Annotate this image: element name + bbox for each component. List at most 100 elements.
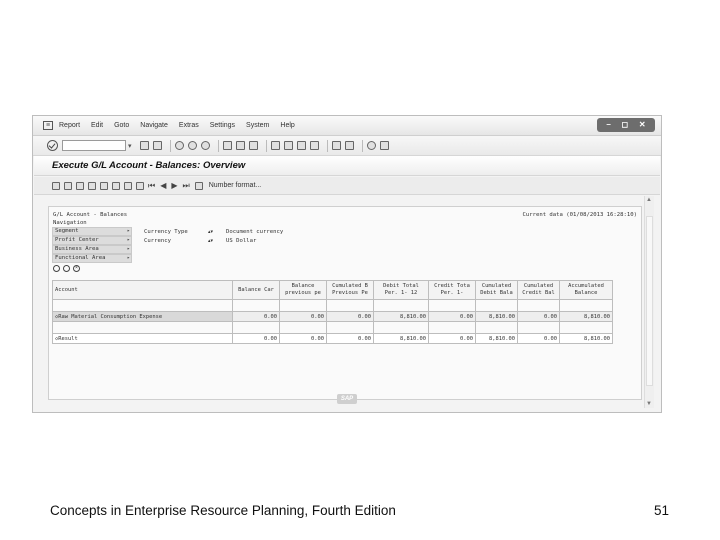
last-page-icon[interactable] [309, 141, 319, 150]
expand-icon[interactable]: ▸ [127, 228, 130, 235]
menu-help[interactable]: Help [280, 122, 294, 129]
menu-settings[interactable]: Settings [210, 122, 235, 129]
display-icon[interactable] [52, 181, 60, 190]
scroll-down-icon[interactable]: ▼ [646, 401, 652, 407]
table-cell: 0.00 [326, 311, 374, 322]
shortcut-icon[interactable] [344, 141, 354, 150]
new-session-icon[interactable] [331, 141, 341, 150]
menu-report[interactable]: Report [59, 122, 80, 129]
menu-extras[interactable]: Extras [179, 122, 199, 129]
spacer-cell [52, 299, 233, 312]
find-next-icon[interactable] [248, 141, 258, 150]
previous-column-icon[interactable]: ◀ [160, 181, 166, 190]
scroll-thumb[interactable] [646, 216, 653, 386]
find-icon[interactable] [235, 141, 245, 150]
nav-item-profit-center[interactable]: Profit Center ▸ [52, 236, 132, 245]
column-header[interactable]: Cumulated Credit Bal [517, 280, 560, 300]
table-header-row: Account Balance Car Balance previous pe C… [52, 280, 613, 300]
totals-icon[interactable] [100, 181, 108, 190]
column-width-icon[interactable] [194, 181, 203, 190]
number-format-button[interactable]: Number format... [209, 182, 262, 189]
table-cell: 8,810.00 [475, 311, 518, 322]
minimize-button[interactable]: – [606, 121, 610, 129]
expand-icon[interactable]: ▸ [127, 255, 130, 262]
selection-currency[interactable]: Currency ▴▾ US Dollar [144, 236, 283, 245]
standard-toolbar: ▾ [33, 136, 661, 156]
spacer-cell [326, 299, 374, 312]
save-icon[interactable] [152, 141, 162, 150]
spacer-cell [517, 299, 560, 312]
command-dropdown-icon[interactable]: ▾ [128, 142, 132, 150]
current-data-timestamp: Current data (01/08/2013 16:28:10) [522, 212, 637, 218]
graphic-icon[interactable] [124, 181, 132, 190]
table-row[interactable]: ◇Raw Material Consumption Expense 0.00 0… [52, 311, 613, 322]
column-header[interactable]: Cumulated B Previous Pe [326, 280, 374, 300]
previous-page-icon[interactable] [283, 141, 293, 150]
sort-descending-icon[interactable] [76, 181, 84, 190]
refresh-icon[interactable] [63, 265, 70, 272]
nav-item-functional-area[interactable]: Functional Area ▸ [52, 254, 132, 263]
table-row-result[interactable]: ◇Result 0.00 0.00 0.00 8,810.00 0.00 8,8… [52, 333, 613, 344]
menu-window-icon[interactable]: ≡ [43, 121, 53, 130]
selection-dropdown-icon[interactable]: ▴▾ [208, 229, 226, 235]
account-cell[interactable]: ◇Result [52, 333, 233, 344]
column-header[interactable]: Cumulated Debit Bala [475, 280, 518, 300]
spacer-cell [517, 321, 560, 334]
back-icon[interactable] [139, 141, 149, 150]
command-field[interactable] [62, 140, 126, 151]
filter-icon[interactable] [88, 181, 96, 190]
menu-edit[interactable]: Edit [91, 122, 103, 129]
delete-icon[interactable]: × [73, 265, 80, 272]
selection-dropdown-icon[interactable]: ▴▾ [208, 238, 226, 244]
spacer-cell [428, 321, 476, 334]
table-cell: 0.00 [279, 333, 327, 344]
nav-item-segment[interactable]: Segment ▸ [52, 227, 132, 236]
next-page-icon[interactable] [296, 141, 306, 150]
spacer-cell [475, 321, 518, 334]
spacer-cell [559, 299, 613, 312]
nav-item-business-area[interactable]: Business Area ▸ [52, 245, 132, 254]
exit-icon[interactable] [187, 141, 197, 150]
nav-item-label: Functional Area [55, 255, 106, 261]
column-header[interactable]: Credit Tota Per. 1- [428, 280, 476, 300]
chart-icon[interactable] [136, 181, 144, 190]
help-icon[interactable] [366, 141, 376, 150]
last-column-icon[interactable]: ⏭ [183, 181, 190, 190]
selection-value: Document currency [226, 228, 284, 235]
selection-label: Currency Type [144, 228, 188, 235]
enter-check-icon[interactable] [47, 140, 58, 151]
menu-system[interactable]: System [246, 122, 269, 129]
account-name: Result [58, 335, 78, 342]
expand-icon[interactable]: ▸ [127, 237, 130, 244]
account-cell[interactable]: ◇Raw Material Consumption Expense [52, 311, 233, 322]
selection-label: Currency [144, 237, 171, 244]
swap-icon[interactable] [53, 265, 60, 272]
next-column-icon[interactable]: ▶ [171, 181, 177, 190]
cancel-icon[interactable] [200, 141, 210, 150]
close-button[interactable]: ✕ [639, 121, 646, 129]
first-column-icon[interactable]: ⏮ [148, 181, 155, 190]
export-icon[interactable] [112, 181, 120, 190]
column-header[interactable]: Account [52, 280, 233, 300]
toolbar-separator [265, 139, 267, 152]
print-icon[interactable] [222, 141, 232, 150]
scroll-up-icon[interactable]: ▲ [646, 197, 652, 203]
column-header[interactable]: Accumulated Balance [559, 280, 613, 300]
column-header[interactable]: Balance previous pe [279, 280, 327, 300]
expand-icon[interactable]: ▸ [127, 246, 130, 253]
column-header[interactable]: Debit Total Per. 1- 12 [373, 280, 429, 300]
report-title: G/L Account - Balances [53, 212, 128, 218]
window-controls: – ◻ ✕ [597, 118, 655, 132]
layout-menu-icon[interactable] [379, 141, 389, 150]
selection-currency-type[interactable]: Currency Type ▴▾ Document currency [144, 227, 283, 236]
menu-navigate[interactable]: Navigate [140, 122, 168, 129]
menu-goto[interactable]: Goto [114, 122, 129, 129]
table-cell: 8,810.00 [373, 311, 429, 322]
vertical-scrollbar[interactable]: ▲ ▼ [644, 196, 654, 408]
column-header[interactable]: Balance Car [232, 280, 280, 300]
first-page-icon[interactable] [270, 141, 280, 150]
maximize-button[interactable]: ◻ [622, 121, 629, 129]
back-nav-icon[interactable] [174, 141, 184, 150]
selection-value: US Dollar [226, 237, 257, 244]
sort-ascending-icon[interactable] [64, 181, 72, 190]
